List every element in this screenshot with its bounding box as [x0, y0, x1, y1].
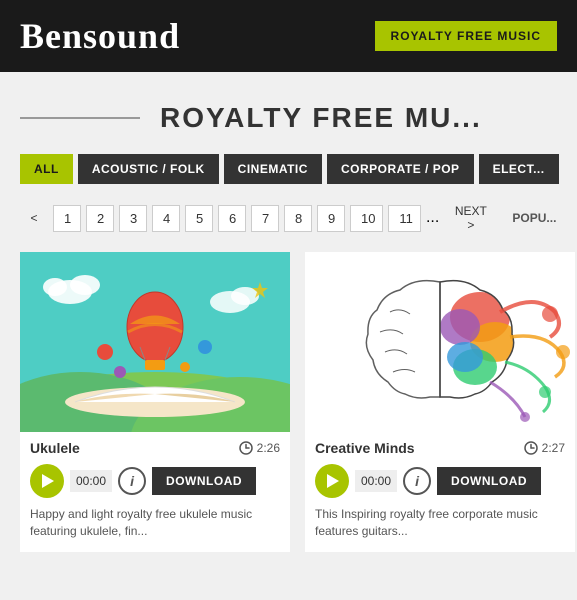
- logo: Bensound: [20, 15, 180, 57]
- clock-icon-creative: [524, 441, 538, 455]
- page-6-button[interactable]: 6: [218, 205, 246, 232]
- track-card-ukulele: Ukulele 2:26 00:00 i DOWNLOAD Happy and …: [20, 252, 290, 552]
- play-icon-ukulele: [42, 474, 54, 488]
- page-9-button[interactable]: 9: [317, 205, 345, 232]
- page-8-button[interactable]: 8: [284, 205, 312, 232]
- info-button-creative[interactable]: i: [403, 467, 431, 495]
- page-7-button[interactable]: 7: [251, 205, 279, 232]
- filter-bar: ALL ACOUSTIC / FOLK CINEMATIC CORPORATE …: [0, 154, 577, 199]
- filter-all[interactable]: ALL: [20, 154, 73, 184]
- popular-button[interactable]: POPU...: [502, 206, 557, 230]
- page-2-button[interactable]: 2: [86, 205, 114, 232]
- track-description-ukulele: Happy and light royalty free ukulele mus…: [20, 506, 290, 552]
- play-icon-creative: [327, 474, 339, 488]
- filter-cinematic[interactable]: CINEMATIC: [224, 154, 322, 184]
- filter-corporate-pop[interactable]: CORPORATE / POP: [327, 154, 474, 184]
- page-title: ROYALTY FREE MU...: [160, 102, 482, 134]
- royalty-free-music-button[interactable]: ROYALTY FREE MUSIC: [375, 21, 557, 51]
- download-button-creative[interactable]: DOWNLOAD: [437, 467, 541, 495]
- track-image-ukulele: [20, 252, 290, 432]
- play-button-ukulele[interactable]: [30, 464, 64, 498]
- pagination-ellipsis: ...: [426, 209, 439, 227]
- track-title-creative: Creative Minds: [315, 440, 415, 456]
- track-image-creative-minds: [305, 252, 575, 432]
- prev-page-button[interactable]: <: [20, 206, 48, 230]
- pagination: < 1 2 3 4 5 6 7 8 9 10 11 ... NEXT > POP…: [0, 199, 577, 252]
- time-display-ukulele: 00:00: [70, 470, 112, 492]
- page-3-button[interactable]: 3: [119, 205, 147, 232]
- page-1-button[interactable]: 1: [53, 205, 81, 232]
- track-title-ukulele: Ukulele: [30, 440, 80, 456]
- page-5-button[interactable]: 5: [185, 205, 213, 232]
- track-card-creative-minds: Creative Minds 2:27 00:00 i DOWNLOAD Thi…: [305, 252, 575, 552]
- track-info-row-ukulele: Ukulele 2:26: [20, 432, 290, 460]
- play-button-creative[interactable]: [315, 464, 349, 498]
- title-divider: [20, 117, 140, 119]
- filter-electronic[interactable]: ELECT...: [479, 154, 559, 184]
- player-row-ukulele: 00:00 i DOWNLOAD: [20, 460, 290, 506]
- track-duration-ukulele: 2:26: [239, 441, 280, 455]
- cards-grid: Ukulele 2:26 00:00 i DOWNLOAD Happy and …: [0, 252, 577, 552]
- page-10-button[interactable]: 10: [350, 205, 383, 232]
- track-info-row-creative: Creative Minds 2:27: [305, 432, 575, 460]
- clock-icon-ukulele: [239, 441, 253, 455]
- page-title-area: ROYALTY FREE MU...: [0, 72, 577, 154]
- download-button-ukulele[interactable]: DOWNLOAD: [152, 467, 256, 495]
- time-display-creative: 00:00: [355, 470, 397, 492]
- page-4-button[interactable]: 4: [152, 205, 180, 232]
- track-description-creative: This Inspiring royalty free corporate mu…: [305, 506, 575, 552]
- track-duration-creative: 2:27: [524, 441, 565, 455]
- page-11-button[interactable]: 11: [388, 205, 421, 232]
- header: Bensound ROYALTY FREE MUSIC: [0, 0, 577, 72]
- filter-acoustic-folk[interactable]: ACOUSTIC / FOLK: [78, 154, 219, 184]
- next-page-button[interactable]: NEXT >: [444, 199, 497, 237]
- info-button-ukulele[interactable]: i: [118, 467, 146, 495]
- player-row-creative: 00:00 i DOWNLOAD: [305, 460, 575, 506]
